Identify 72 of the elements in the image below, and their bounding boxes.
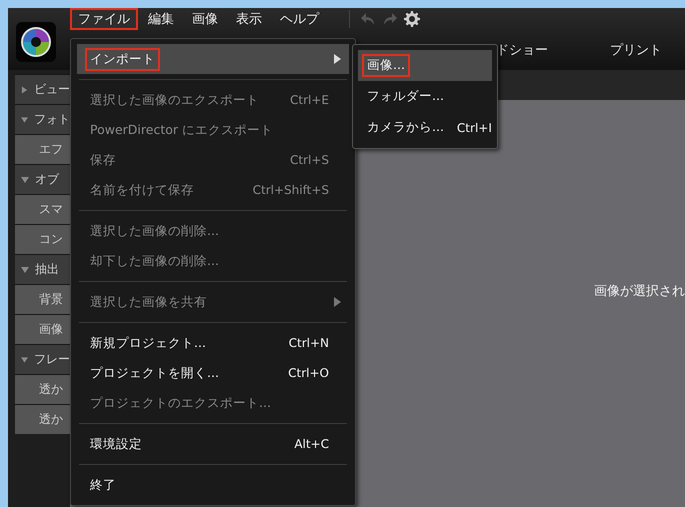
menu-item-label: 名前を付けて保存 xyxy=(89,180,195,198)
panel-label: コン xyxy=(39,231,63,248)
menu-item-label: PowerDirector にエクスポート xyxy=(89,120,274,138)
redo-icon[interactable] xyxy=(382,12,398,26)
shortcut-label: Ctrl+O xyxy=(288,366,329,380)
menu-item[interactable]: 画像... xyxy=(358,50,492,81)
app-logo-icon xyxy=(16,22,56,62)
panel-label: 背景 xyxy=(39,291,63,308)
panel-header[interactable]: ビュー xyxy=(15,74,70,104)
panel-item[interactable]: エフ xyxy=(15,134,70,164)
menu-item-label: 選択した画像を共有 xyxy=(89,292,208,310)
menu-item[interactable]: インポート xyxy=(77,44,349,74)
panel-item[interactable]: スマ xyxy=(15,194,70,224)
panel-item[interactable]: コン xyxy=(15,224,70,254)
menu-item[interactable]: 画像 xyxy=(184,8,226,30)
collapse-arrow-icon[interactable] xyxy=(21,356,28,364)
menu-item-label: フォルダー... xyxy=(366,87,445,105)
shortcut-label: Ctrl+Shift+S xyxy=(252,183,329,197)
menu-item[interactable]: フォルダー... xyxy=(358,81,492,112)
panel-label: 画像 xyxy=(39,321,63,338)
expand-arrow-icon[interactable] xyxy=(21,86,28,94)
panel-label: 透か xyxy=(39,381,63,398)
panel-header[interactable]: 抽出 xyxy=(15,254,70,284)
panel-label: フォト xyxy=(34,111,70,128)
shortcut-label: Alt+C xyxy=(294,437,329,451)
panel-item[interactable]: 透か xyxy=(15,404,70,434)
panel-label: フレー xyxy=(34,351,70,368)
panel-label: 透か xyxy=(39,411,63,428)
menu-item-label: 新規プロジェクト... xyxy=(89,334,207,352)
menu-item-label: インポート xyxy=(85,48,160,70)
shortcut-label: Ctrl+N xyxy=(288,336,329,350)
panel-item[interactable]: 背景 xyxy=(15,284,70,314)
shortcut-label: Ctrl+S xyxy=(290,153,329,167)
menu-item[interactable]: 終了 xyxy=(77,470,349,500)
panel-header[interactable]: オブ xyxy=(15,164,70,194)
menu-item-label: 保存 xyxy=(89,150,117,168)
panel-label: エフ xyxy=(39,141,63,158)
menu-item[interactable]: 環境設定 Alt+C xyxy=(77,429,349,459)
menu-item[interactable]: カメラから... Ctrl+I xyxy=(358,112,492,143)
collapse-arrow-icon[interactable] xyxy=(21,266,29,274)
undo-icon[interactable] xyxy=(360,12,376,26)
menu-item-label: 却下した画像の削除... xyxy=(89,252,220,270)
shortcut-label: Ctrl+I xyxy=(456,120,492,134)
panel-label: ビュー xyxy=(34,81,70,98)
shortcut-label: Ctrl+E xyxy=(290,93,329,107)
menu-item-label: 選択した画像のエクスポート xyxy=(89,90,260,108)
empty-message: 画像が選択され xyxy=(594,282,685,300)
panel-header[interactable]: フォト xyxy=(15,104,70,134)
panel-label: 抽出 xyxy=(35,261,59,278)
menu-item-label: カメラから... xyxy=(366,118,445,136)
panel-header[interactable]: フレー xyxy=(15,344,70,374)
menu-item[interactable]: ファイル xyxy=(70,8,138,30)
menu-item-label: 終了 xyxy=(89,476,117,494)
tab[interactable]: プリント xyxy=(610,41,662,59)
menu-item[interactable]: 編集 xyxy=(140,8,182,30)
menu-item-label: プロジェクトを開く... xyxy=(89,364,220,382)
menu-item-label: プロジェクトのエクスポート... xyxy=(89,394,272,412)
collapse-arrow-icon[interactable] xyxy=(21,176,29,184)
panel-label: スマ xyxy=(39,201,63,218)
settings-icon[interactable] xyxy=(404,11,420,27)
menu-item-label: 画像... xyxy=(362,54,410,77)
menu-item[interactable]: 新規プロジェクト... Ctrl+N xyxy=(77,328,349,358)
collapse-arrow-icon[interactable] xyxy=(21,116,28,124)
panel-item[interactable]: 透か xyxy=(15,374,70,404)
tab[interactable]: ドショー xyxy=(496,41,548,59)
panel-item[interactable]: 画像 xyxy=(15,314,70,344)
menu-item-label: 選択した画像の削除... xyxy=(89,222,220,240)
panel-label: オブ xyxy=(35,171,59,188)
menu-item[interactable]: 表示 xyxy=(228,8,270,30)
menu-item-label: 環境設定 xyxy=(89,434,143,452)
menu-item[interactable]: プロジェクトを開く... Ctrl+O xyxy=(77,358,349,388)
menu-item[interactable]: ヘルプ xyxy=(272,8,327,30)
